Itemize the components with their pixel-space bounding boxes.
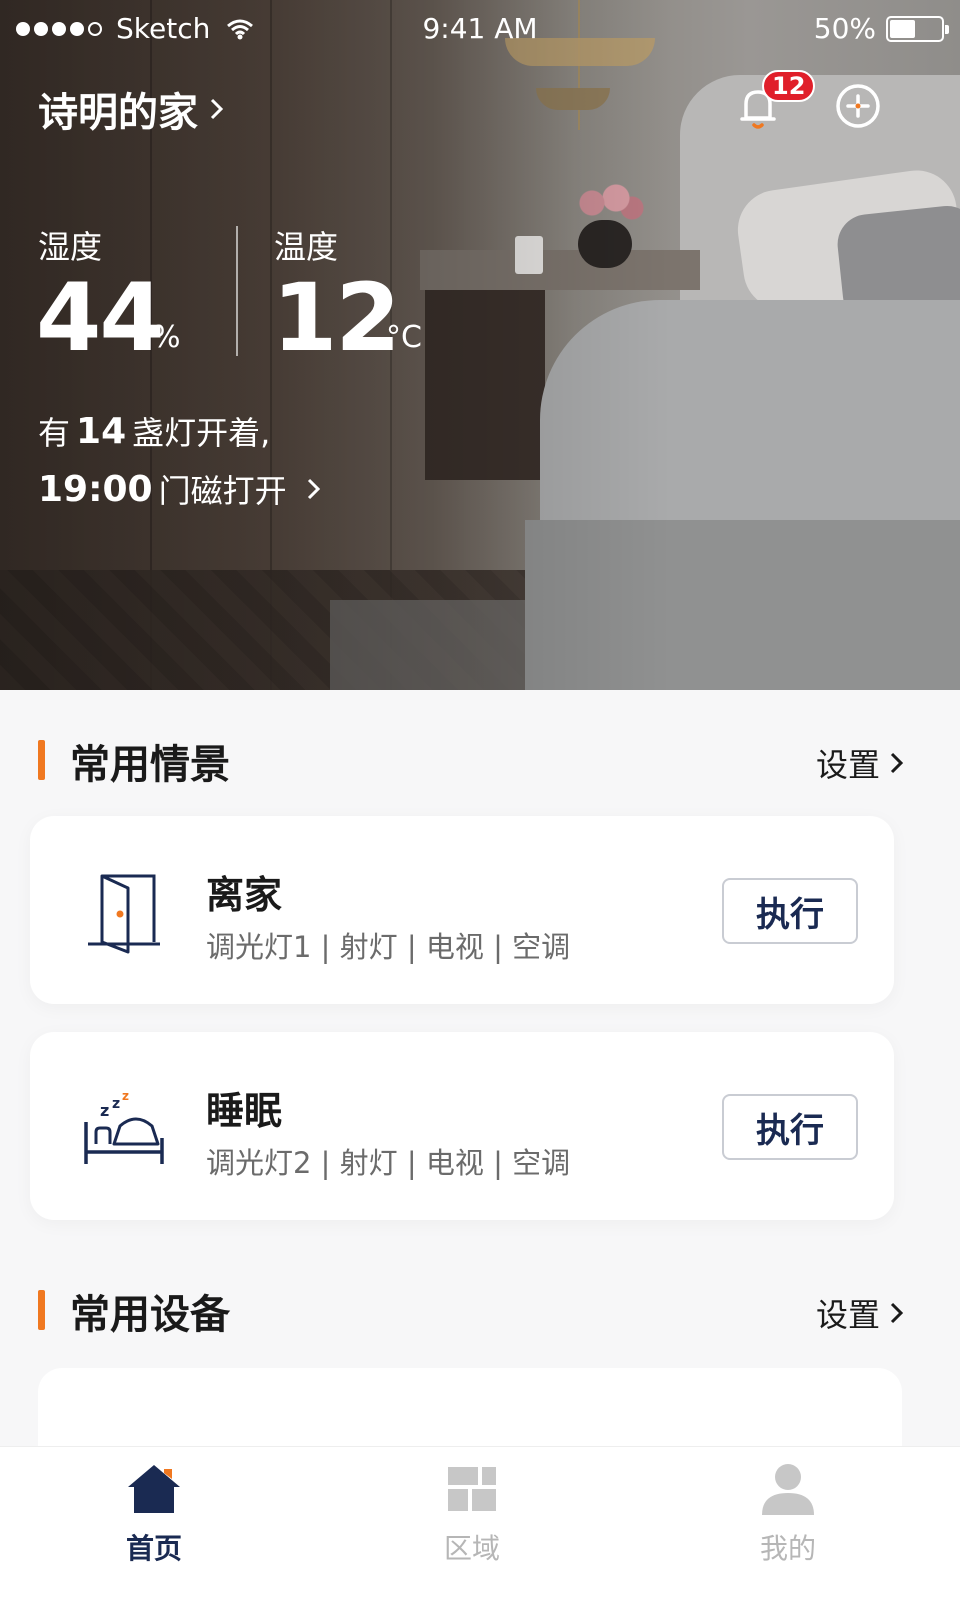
scene-name: 睡眠 — [206, 1089, 283, 1133]
section-title: 常用设备 — [70, 1292, 230, 1338]
chevron-right-icon — [210, 98, 224, 120]
door-event-text: 门磁打开 — [158, 472, 287, 510]
chevron-right-icon — [890, 752, 904, 774]
grid-icon — [448, 1467, 496, 1511]
temperature-unit: °C — [386, 320, 422, 355]
notification-badge: 12 — [762, 70, 816, 102]
svg-text:z: z — [122, 1089, 129, 1103]
home-icon — [128, 1465, 180, 1513]
section-accent-bar — [38, 1290, 45, 1330]
bed-sleep-icon: z z z — [84, 1089, 164, 1164]
section-title: 常用情景 — [70, 742, 230, 788]
svg-text:z: z — [100, 1101, 109, 1120]
execute-scene-button[interactable]: 执行 — [722, 1094, 858, 1160]
status-bar: Sketch 9:41 AM 50% — [0, 0, 960, 56]
lights-status: 有 14 盏灯开着, — [38, 410, 271, 453]
add-circle-icon[interactable] — [834, 82, 882, 130]
section-accent-bar — [38, 740, 45, 780]
home-selector[interactable]: 诗明的家 — [38, 80, 224, 138]
execute-scene-button[interactable]: 执行 — [722, 878, 858, 944]
door-status-link[interactable]: 19:00 门磁打开 — [38, 466, 321, 512]
scene-name: 离家 — [206, 873, 283, 917]
temperature-label: 温度 — [274, 228, 339, 266]
temperature-value: 12 — [272, 264, 401, 373]
user-icon — [762, 1464, 814, 1515]
scene-devices: 调光灯2 | 射灯 | 电视 | 空调 — [206, 1146, 571, 1180]
devices-settings-link[interactable]: 设置 — [816, 1290, 904, 1336]
scene-card[interactable]: z z z 睡眠 调光灯2 | 射灯 | 电视 | 空调 执行 — [30, 1032, 894, 1220]
chevron-right-icon — [307, 478, 320, 500]
battery-icon — [886, 15, 949, 42]
door-event-time: 19:00 — [38, 468, 153, 510]
chevron-right-icon — [890, 1302, 904, 1324]
tab-bar: 首页 区域 我的 — [0, 1446, 960, 1600]
svg-text:z: z — [112, 1096, 120, 1112]
scene-devices: 调光灯1 | 射灯 | 电视 | 空调 — [206, 930, 571, 964]
hero-banner: Sketch 9:41 AM 50% 诗明的家 12 湿度 44 % 温度 12… — [0, 0, 960, 690]
humidity-unit: % — [152, 320, 181, 355]
tab-mine[interactable]: 我的 — [728, 1461, 848, 1591]
battery-percent: 50% — [813, 12, 876, 45]
devices-section-header: 常用设备 设置 — [0, 1278, 960, 1338]
scenes-settings-link[interactable]: 设置 — [816, 740, 904, 786]
scene-card[interactable]: 离家 调光灯1 | 射灯 | 电视 | 空调 执行 — [30, 816, 894, 1004]
lights-count: 14 — [76, 410, 127, 452]
tab-home[interactable]: 首页 — [94, 1461, 214, 1591]
door-open-icon — [88, 874, 160, 954]
scenes-section-header: 常用情景 设置 — [0, 728, 960, 788]
home-name: 诗明的家 — [38, 90, 198, 136]
humidity-label: 湿度 — [38, 228, 103, 266]
humidity-value: 44 — [36, 264, 165, 373]
tab-area[interactable]: 区域 — [412, 1461, 532, 1591]
stats-divider — [236, 226, 238, 356]
